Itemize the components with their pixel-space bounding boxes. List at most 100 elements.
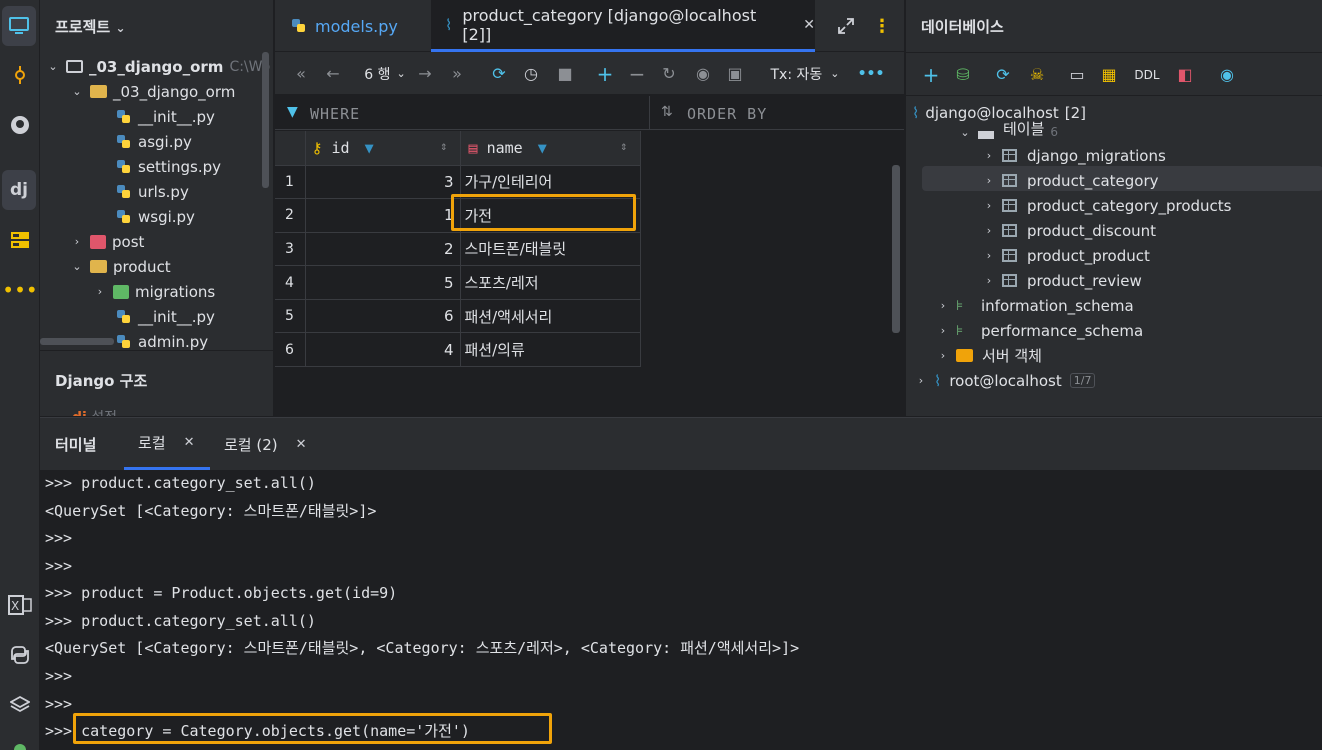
table-row[interactable]: 6 4 패션/의류 <box>275 332 641 368</box>
table-editor-icon[interactable]: ▦ <box>1098 53 1120 96</box>
sort-icon[interactable]: ⇕ <box>620 139 627 153</box>
db-schema-item[interactable]: › ⊧ information_schema <box>936 293 1134 318</box>
django-settings-item[interactable]: dj 설정 <box>72 407 117 416</box>
table-icon <box>1002 149 1017 162</box>
highlight-cell-box <box>451 194 636 231</box>
tx-mode-select[interactable]: Tx: 자동 ⌄ <box>765 52 845 95</box>
tree-item-file[interactable]: __init__.py <box>116 104 215 129</box>
prev-page-icon[interactable]: ← <box>321 52 345 95</box>
db-table-item[interactable]: › product_product <box>982 243 1150 268</box>
cell-id[interactable]: 1 <box>305 198 461 233</box>
filter-icon[interactable]: ▼ <box>365 139 374 157</box>
github-icon[interactable] <box>0 105 40 145</box>
cell-name[interactable]: 스마트폰/태블릿 <box>460 232 641 267</box>
tree-item-file[interactable]: __init__.py <box>116 304 215 329</box>
tab-models-py[interactable]: models.py <box>291 0 398 52</box>
tree-item-file[interactable]: wsgi.py <box>116 204 195 229</box>
commit-icon[interactable] <box>0 55 40 95</box>
db-table-item-selected[interactable]: › product_category <box>982 168 1159 193</box>
cell-id[interactable]: 6 <box>305 299 461 334</box>
cell-name[interactable]: 패션/액세서리 <box>460 299 641 334</box>
revert-icon[interactable]: ↻ <box>657 52 681 95</box>
disconnect-icon[interactable]: ☠ <box>1026 53 1048 96</box>
tree-item-file[interactable]: asgi.py <box>116 129 192 154</box>
cell-id[interactable]: 3 <box>305 165 461 200</box>
db-schema-item[interactable]: › ⊧ performance_schema <box>936 318 1143 343</box>
cell-name[interactable]: 스포츠/레저 <box>460 265 641 300</box>
tree-item-file[interactable]: urls.py <box>116 179 189 204</box>
db-table-item[interactable]: › product_discount <box>982 218 1156 243</box>
cell-id[interactable]: 5 <box>305 265 461 300</box>
close-icon[interactable]: ✕ <box>184 435 195 450</box>
tree-root[interactable]: ⌄ _03_django_orm C:\Wo <box>46 54 270 79</box>
cell-id[interactable]: 2 <box>305 232 461 267</box>
db-table-item[interactable]: › product_review <box>982 268 1142 293</box>
close-icon[interactable]: ✕ <box>803 17 815 33</box>
grid-scrollbar[interactable] <box>892 165 900 333</box>
db-table-item[interactable]: › django_migrations <box>982 143 1166 168</box>
django-icon[interactable]: dj <box>2 170 36 210</box>
more-vertical-icon[interactable]: ⋮ <box>873 0 891 52</box>
table-row[interactable]: 5 6 패션/액세서리 <box>275 299 641 334</box>
sort-icon[interactable]: ⇕ <box>440 139 447 153</box>
tree-item-folder[interactable]: ⌄ _03_django_orm <box>70 79 235 104</box>
history-icon[interactable]: ◷ <box>519 52 543 95</box>
python-console-icon[interactable] <box>0 635 40 675</box>
db-server-objects[interactable]: › 서버 객체 <box>936 343 1042 368</box>
save-icon[interactable]: ▣ <box>723 52 747 95</box>
where-input[interactable]: WHERE <box>310 105 360 123</box>
table-row[interactable]: 4 5 스포츠/레저 <box>275 265 641 300</box>
last-page-icon[interactable]: » <box>445 52 469 95</box>
ddl-button[interactable]: DDL <box>1132 53 1162 96</box>
data-source-properties-icon[interactable]: ⛁ <box>952 53 974 96</box>
cell-id[interactable]: 4 <box>305 332 461 368</box>
view-icon[interactable]: ◉ <box>691 52 715 95</box>
tab-product-category[interactable]: ⌇ product_category [django@localhost [2]… <box>431 0 815 52</box>
table-row[interactable]: 3 2 스마트폰/태블릿 <box>275 232 641 267</box>
bug-icon[interactable] <box>0 728 40 750</box>
close-icon[interactable]: ✕ <box>296 437 307 452</box>
cell-name[interactable]: 패션/의류 <box>460 332 641 368</box>
tables-folder[interactable]: ⌄ 테이블 6 <box>958 121 1058 139</box>
first-page-icon[interactable]: « <box>289 52 313 95</box>
chevron-down-icon[interactable]: ⌄ <box>115 21 125 35</box>
eye-icon[interactable]: ◉ <box>1216 53 1238 96</box>
tree-item-folder[interactable]: ⌄ product <box>70 254 170 279</box>
tab-local-2[interactable]: 로컬 (2) ✕ <box>224 418 307 470</box>
project-scrollbar[interactable] <box>262 52 269 188</box>
add-icon[interactable]: + <box>920 53 942 96</box>
stop-icon[interactable]: ■ <box>553 52 577 95</box>
more-icon[interactable]: ••• <box>0 270 40 310</box>
compare-icon[interactable]: ◧ <box>1174 53 1196 96</box>
column-icon: ▤ <box>468 138 478 157</box>
database-icon[interactable] <box>0 220 40 260</box>
expand-icon[interactable] <box>837 0 855 52</box>
folder-icon <box>978 131 994 139</box>
db-table-item[interactable]: › product_category_products <box>982 193 1232 218</box>
layers-icon[interactable] <box>0 685 40 725</box>
tree-item-file[interactable]: settings.py <box>116 154 221 179</box>
excel-icon[interactable]: X <box>0 585 40 625</box>
column-header-id[interactable]: ⚷ id ▼ ⇕ <box>305 131 461 166</box>
project-panel-title[interactable]: 프로젝트 ⌄ <box>55 16 126 37</box>
refresh-icon[interactable]: ⟳ <box>992 53 1014 96</box>
table-label: product_review <box>1027 271 1142 290</box>
refresh-icon[interactable]: ⟳ <box>487 52 511 95</box>
tree-item-folder[interactable]: › migrations <box>93 279 215 304</box>
filter-icon[interactable]: ▼ <box>538 139 547 157</box>
chevron-right-icon: › <box>940 324 946 337</box>
tab-local[interactable]: 로컬 ✕ <box>124 418 210 470</box>
project-h-scrollbar[interactable] <box>40 338 114 345</box>
delete-row-icon[interactable]: − <box>625 52 649 95</box>
chevron-right-icon: › <box>74 235 80 248</box>
console-icon[interactable]: ▭ <box>1066 53 1088 96</box>
monitor-icon[interactable] <box>2 6 36 46</box>
orderby-input[interactable]: ORDER BY <box>687 105 767 123</box>
column-header-name[interactable]: ▤ name ▼ ⇕ <box>460 131 641 166</box>
next-page-icon[interactable]: → <box>413 52 437 95</box>
db-connection-root[interactable]: › ⌇ root@localhost 1/7 <box>914 368 1096 393</box>
tree-item-folder[interactable]: › post <box>70 229 145 254</box>
more-horizontal-icon[interactable]: ••• <box>853 52 889 95</box>
add-row-icon[interactable]: + <box>593 52 617 95</box>
row-count-select[interactable]: 6 행 ⌄ <box>355 52 415 95</box>
